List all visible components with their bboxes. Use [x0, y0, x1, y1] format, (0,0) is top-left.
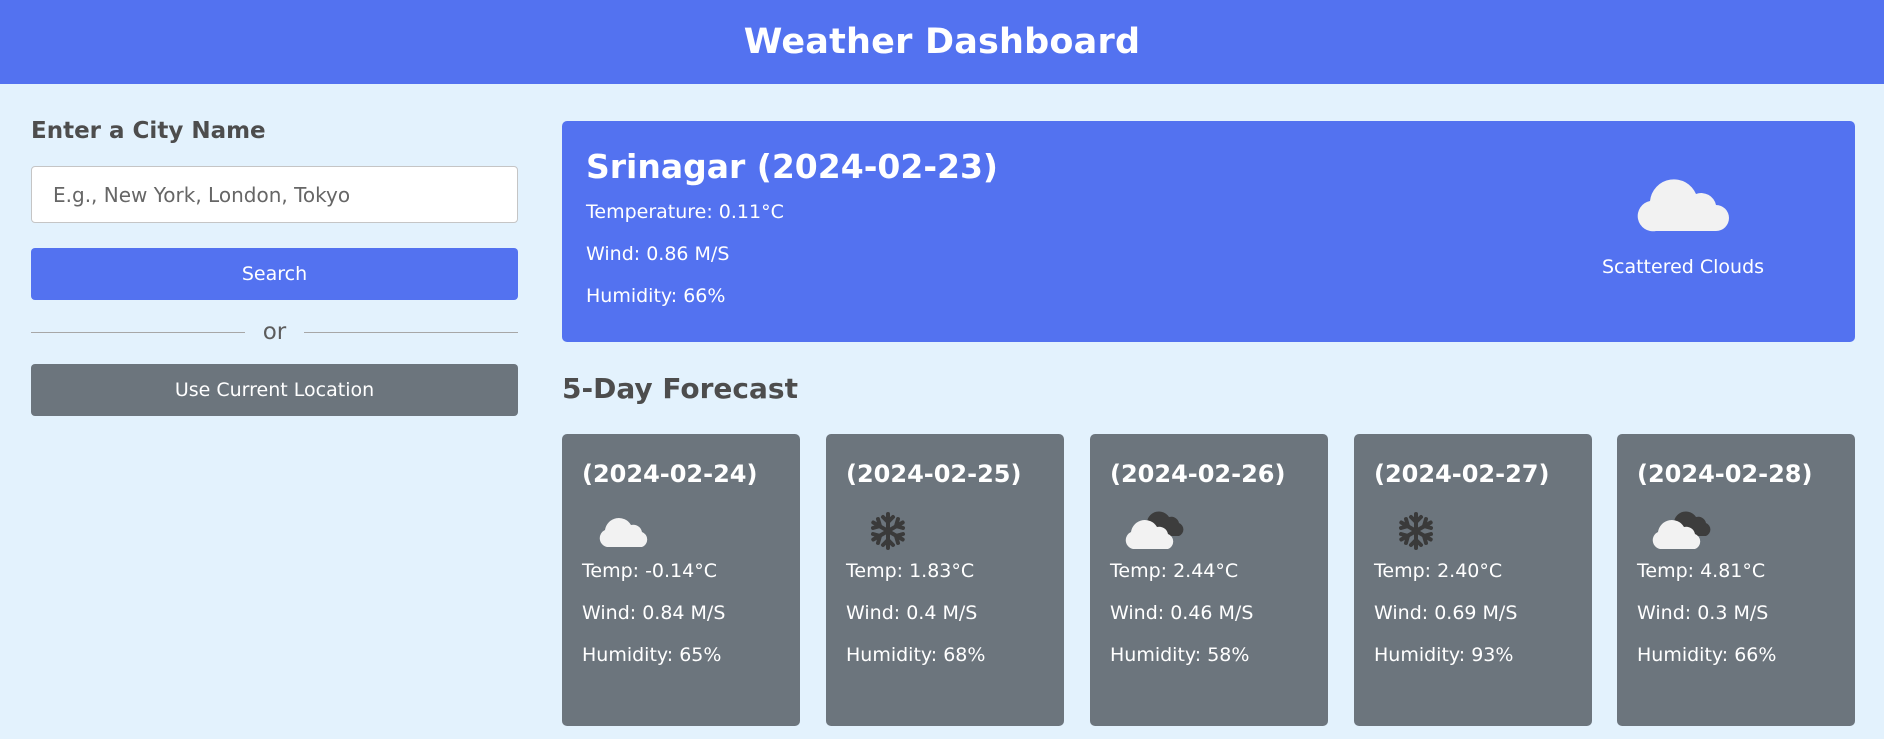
city-input-label: Enter a City Name — [31, 118, 266, 144]
use-current-location-button[interactable]: Use Current Location — [31, 364, 518, 416]
forecast-humidity: Humidity: 93% — [1374, 644, 1514, 666]
forecast-card: (2024-02-25) Temp: 1.83°C Wind: 0.4 M/S … — [826, 434, 1064, 726]
or-separator: or — [31, 300, 518, 364]
city-search-input[interactable] — [31, 166, 518, 223]
snowflake-icon — [1399, 512, 1433, 550]
forecast-temp: Temp: 4.81°C — [1637, 560, 1766, 582]
forecast-title: 5-Day Forecast — [562, 372, 798, 405]
current-condition-text: Scattered Clouds — [1601, 256, 1765, 278]
broken-clouds-icon — [1125, 511, 1184, 549]
forecast-temp: Temp: -0.14°C — [582, 560, 718, 582]
current-humidity: Humidity: 66% — [586, 285, 726, 307]
forecast-date: (2024-02-28) — [1637, 460, 1813, 488]
forecast-card: (2024-02-27) Temp: 2.40°C Wind: 0.69 M/S… — [1354, 434, 1592, 726]
separator-line-left — [31, 331, 245, 333]
forecast-card: (2024-02-24) Temp: -0.14°C Wind: 0.84 M/… — [562, 434, 800, 726]
forecast-card: (2024-02-26) Temp: 2.44°C Wind: 0.46 M/S… — [1090, 434, 1328, 726]
forecast-wind: Wind: 0.46 M/S — [1110, 602, 1254, 624]
cloud-icon — [599, 517, 648, 547]
cloud-icon — [1637, 179, 1729, 232]
snowflake-icon — [871, 512, 905, 550]
forecast-wind: Wind: 0.84 M/S — [582, 602, 726, 624]
header-bar: Weather Dashboard — [0, 0, 1884, 84]
app-title: Weather Dashboard — [743, 22, 1141, 62]
search-button[interactable]: Search — [31, 248, 518, 300]
forecast-card: (2024-02-28) Temp: 4.81°C Wind: 0.3 M/S … — [1617, 434, 1855, 726]
forecast-date: (2024-02-25) — [846, 460, 1022, 488]
current-weather-card: Srinagar (2024-02-23) Temperature: 0.11°… — [562, 121, 1855, 342]
separator-text: or — [262, 319, 287, 345]
forecast-wind: Wind: 0.3 M/S — [1637, 602, 1769, 624]
forecast-wind: Wind: 0.4 M/S — [846, 602, 978, 624]
forecast-date: (2024-02-24) — [582, 460, 758, 488]
forecast-humidity: Humidity: 68% — [846, 644, 986, 666]
forecast-humidity: Humidity: 58% — [1110, 644, 1250, 666]
forecast-list: (2024-02-24) Temp: -0.14°C Wind: 0.84 M/… — [562, 434, 1855, 726]
forecast-humidity: Humidity: 65% — [582, 644, 722, 666]
current-condition: Scattered Clouds — [1598, 171, 1768, 278]
forecast-date: (2024-02-27) — [1374, 460, 1550, 488]
forecast-date: (2024-02-26) — [1110, 460, 1286, 488]
forecast-temp: Temp: 2.40°C — [1374, 560, 1503, 582]
forecast-wind: Wind: 0.69 M/S — [1374, 602, 1518, 624]
search-panel: Enter a City Name Search or Use Current … — [31, 118, 518, 416]
forecast-temp: Temp: 1.83°C — [846, 560, 975, 582]
separator-line-right — [304, 331, 518, 333]
forecast-humidity: Humidity: 66% — [1637, 644, 1777, 666]
forecast-temp: Temp: 2.44°C — [1110, 560, 1239, 582]
broken-clouds-icon — [1652, 511, 1711, 549]
